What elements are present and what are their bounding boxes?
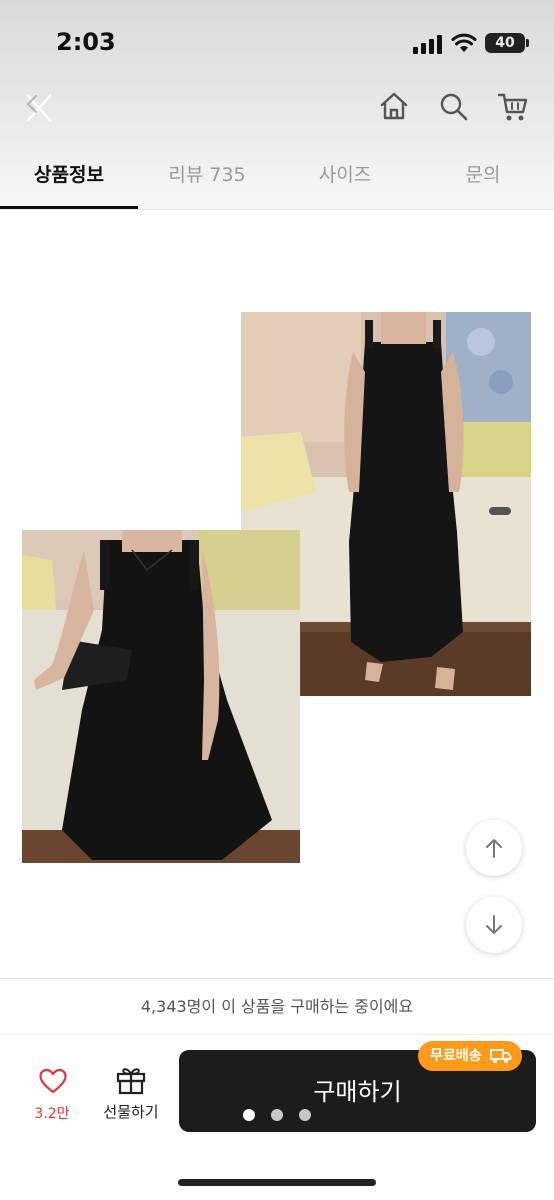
arrow-up-icon — [486, 839, 502, 858]
gift-icon — [116, 1068, 146, 1095]
purchase-notice: 4,343명이 이 상품을 구매하는 중이에요 — [0, 978, 554, 1034]
like-count: 3.2만 — [34, 1106, 70, 1122]
product-photo-sitting — [22, 530, 300, 863]
free-shipping-badge: 무료배송 — [418, 1041, 522, 1071]
home-indicator — [178, 1179, 376, 1186]
status-bar: 2:03 40 — [0, 0, 554, 88]
cart-icon[interactable] — [496, 90, 530, 124]
scroll-down-button[interactable] — [466, 897, 522, 953]
truck-icon — [489, 1049, 511, 1063]
battery-icon: 40 — [485, 33, 525, 53]
page-dot-active — [243, 1109, 255, 1121]
search-icon[interactable] — [438, 91, 470, 123]
heart-icon — [39, 1068, 67, 1094]
tab-size[interactable]: 사이즈 — [276, 150, 414, 210]
gift-label: 선물하기 — [103, 1103, 159, 1121]
status-time: 2:03 — [56, 28, 116, 56]
product-tabs: 상품정보 리뷰 735 사이즈 문의 — [0, 150, 554, 210]
free-shipping-label: 무료배송 — [430, 1048, 482, 1064]
scroll-up-button[interactable] — [466, 820, 522, 876]
tab-product-info[interactable]: 상품정보 — [0, 150, 138, 210]
arrow-down-icon — [486, 915, 502, 934]
signal-icon — [413, 34, 443, 54]
active-tab-indicator — [0, 206, 138, 209]
page-dot — [299, 1109, 311, 1121]
page-dot — [271, 1109, 283, 1121]
wifi-icon — [451, 33, 477, 52]
app-header — [0, 80, 554, 140]
close-icon[interactable] — [24, 92, 54, 124]
home-icon[interactable] — [378, 90, 410, 122]
tab-inquiry[interactable]: 문의 — [414, 150, 552, 210]
tab-reviews[interactable]: 리뷰 735 — [138, 150, 276, 210]
battery-tip — [526, 39, 529, 47]
